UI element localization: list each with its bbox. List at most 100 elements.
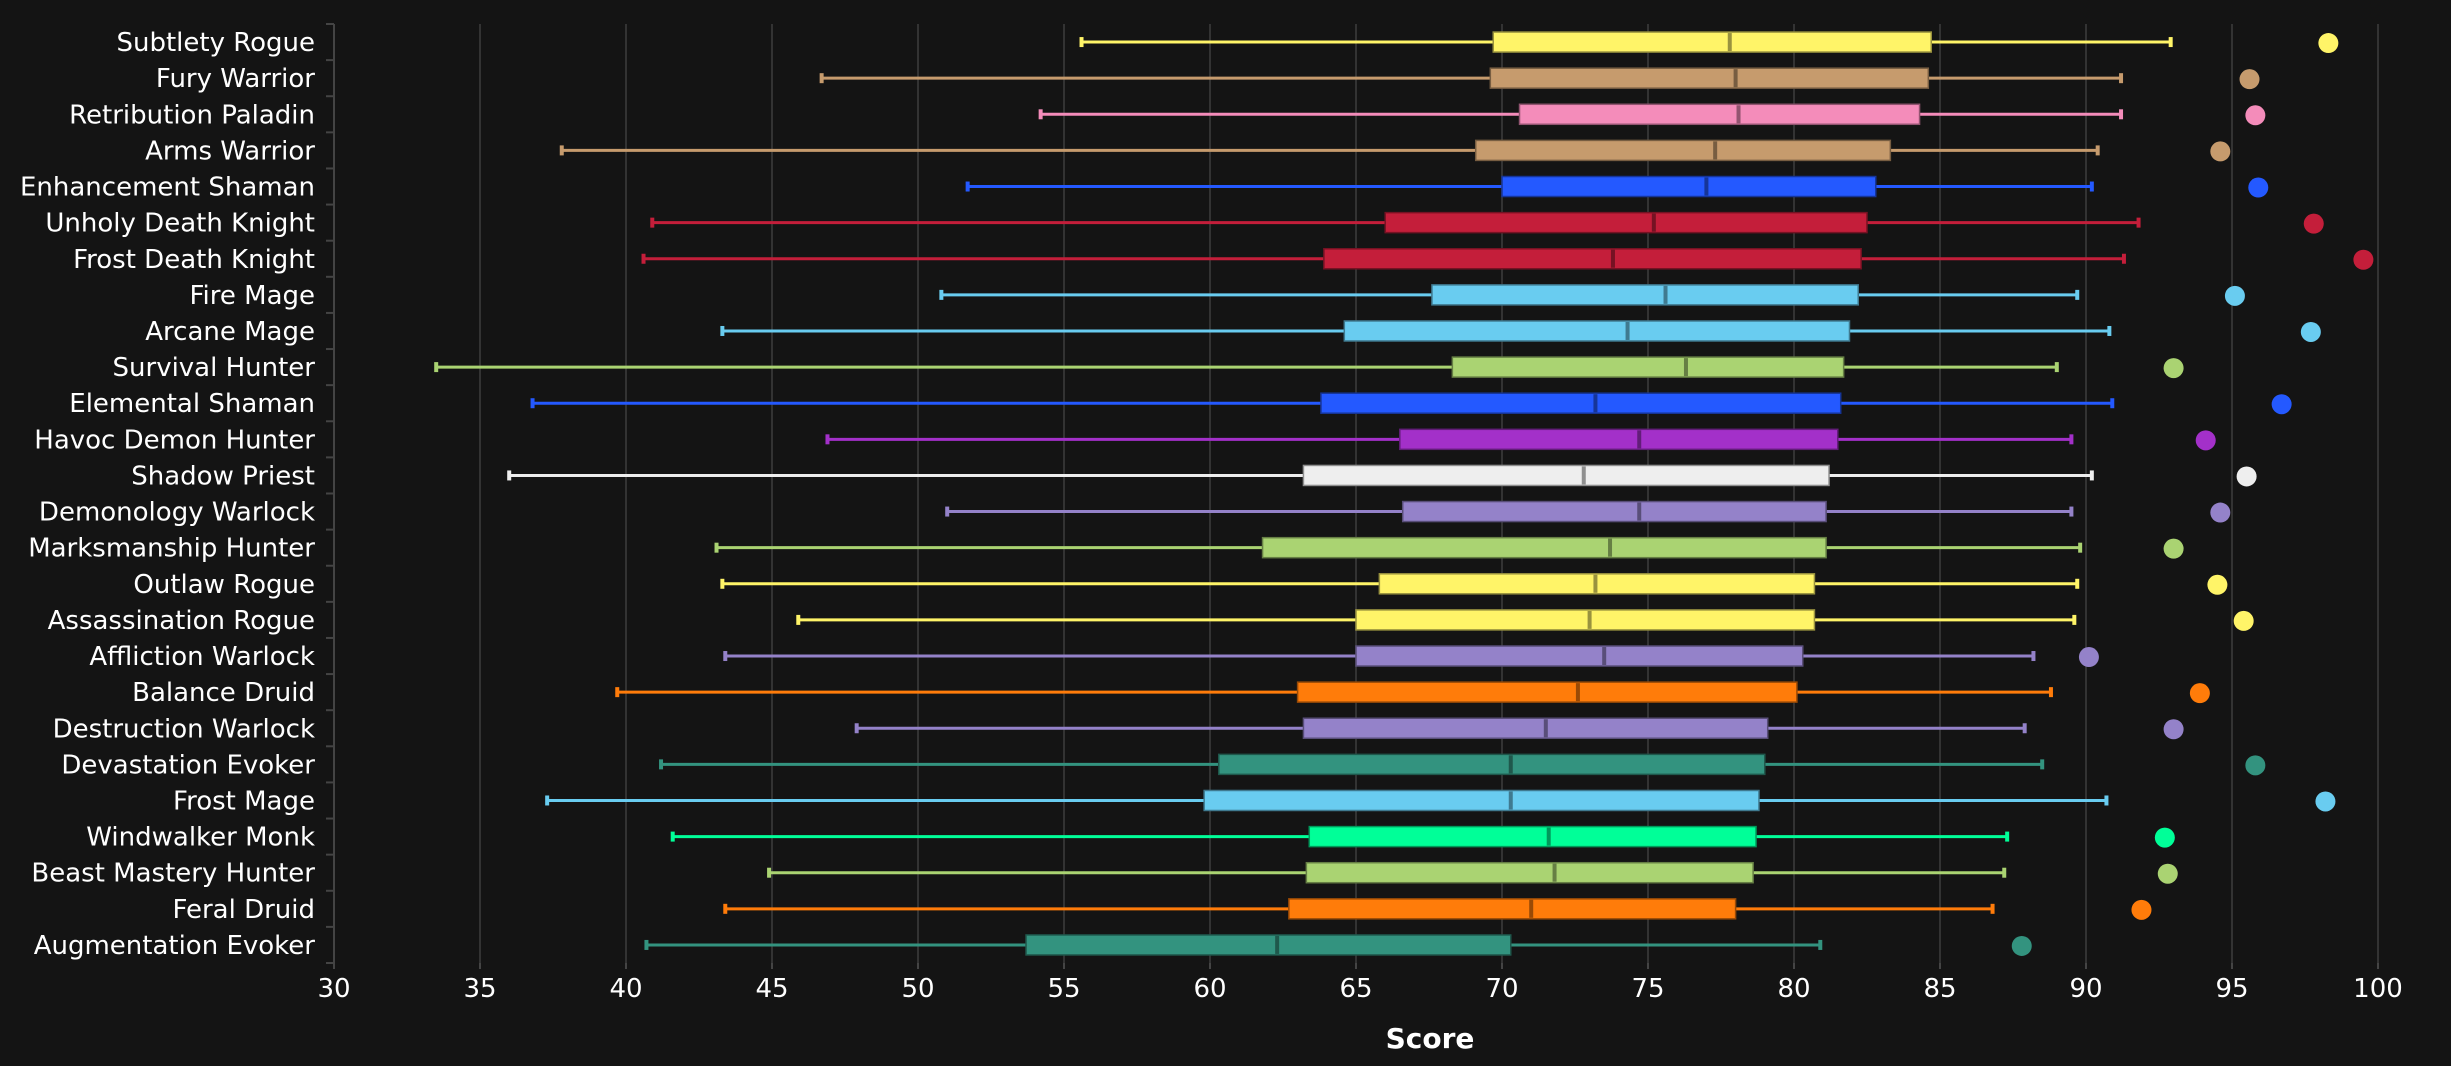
box-destruction-warlock: [854, 717, 2184, 740]
outlier-point: [2248, 177, 2269, 198]
iqr-box: [1355, 645, 1804, 667]
iqr-box: [1323, 248, 1862, 270]
box-retribution-paladin: [1038, 103, 2266, 126]
iqr-box: [1518, 103, 1921, 126]
y-tick-label: Assassination Rogue: [48, 606, 315, 636]
iqr-box: [1474, 139, 1892, 162]
iqr-box: [1501, 175, 1877, 198]
iqr-box: [1492, 31, 1932, 53]
x-tick-label: 65: [1339, 974, 1372, 1004]
outlier-point: [2189, 683, 2210, 704]
box-outlaw-rogue: [720, 573, 2228, 595]
outlier-point: [2163, 358, 2184, 379]
iqr-box: [1261, 536, 1827, 559]
outlier-point: [2157, 863, 2178, 884]
iqr-box: [1218, 753, 1766, 776]
y-tick-label: Havoc Demon Hunter: [34, 425, 315, 455]
outlier-point: [2210, 141, 2231, 162]
x-tick-label: 45: [755, 974, 788, 1004]
y-tick-label: Frost Mage: [173, 786, 315, 816]
outlier-point: [2300, 321, 2321, 342]
outlier-point: [2245, 755, 2266, 776]
box-frost-mage: [545, 789, 2336, 812]
y-tick-label: Frost Death Knight: [73, 245, 315, 275]
outlier-point: [2236, 466, 2257, 487]
iqr-box: [1489, 67, 1930, 89]
box-assassination-rogue: [796, 609, 2254, 631]
box-subtlety-rogue: [1079, 31, 2339, 54]
y-tick-label: Devastation Evoker: [61, 750, 315, 780]
box-devastation-evoker: [659, 753, 2266, 776]
outlier-point: [2163, 719, 2184, 740]
y-tick-label: Balance Druid: [132, 678, 315, 708]
y-tick-label: Marksmanship Hunter: [28, 534, 315, 564]
y-tick-label: Retribution Paladin: [69, 100, 315, 130]
outlier-point: [2315, 791, 2336, 812]
box-fury-warrior: [819, 67, 2260, 90]
iqr-box: [1308, 825, 1757, 848]
iqr-box: [1296, 681, 1798, 703]
y-tick-label: Outlaw Rogue: [133, 570, 315, 600]
x-tick-label: 60: [1193, 974, 1226, 1004]
y-axis: Subtlety Rogue Fury Warrior Retribution Pa…: [20, 23, 335, 964]
box-havoc-demon-hunter: [825, 428, 2216, 451]
box-feral-druid: [723, 898, 2152, 920]
iqr-box: [1288, 898, 1737, 920]
box-affliction-warlock: [723, 645, 2099, 668]
box-enhancement-shaman: [965, 175, 2269, 198]
gridlines: [333, 24, 2379, 963]
iqr-box: [1399, 428, 1839, 451]
y-tick-label: Beast Mastery Hunter: [31, 859, 315, 889]
iqr-box: [1302, 464, 1830, 487]
iqr-box: [1025, 934, 1512, 956]
x-tick-label: 85: [1923, 974, 1956, 1004]
x-tick-label: 55: [1047, 974, 1080, 1004]
x-tick-label: 30: [317, 974, 350, 1004]
outlier-point: [2154, 827, 2175, 848]
box-marksmanship-hunter: [714, 536, 2184, 559]
box-balance-druid: [615, 681, 2210, 704]
iqr-box: [1431, 284, 1859, 306]
x-tick-label: 70: [1485, 974, 1518, 1004]
y-tick-label: Feral Druid: [172, 895, 315, 925]
x-tick-label: 80: [1777, 974, 1810, 1004]
box-augmentation-evoker: [644, 934, 2032, 956]
outlier-point: [2131, 899, 2152, 920]
outlier-point: [2163, 538, 2184, 559]
box-demonology-warlock: [945, 500, 2231, 523]
x-tick-label: 50: [901, 974, 934, 1004]
outlier-point: [2011, 935, 2032, 956]
box-beast-mastery-hunter: [767, 861, 2178, 884]
boxplot-chart: Subtlety Rogue Fury Warrior Retribution Pa…: [20, 23, 2403, 1055]
box-fire-mage: [939, 284, 2245, 306]
iqr-box: [1343, 320, 1851, 342]
y-tick-label: Destruction Warlock: [53, 714, 315, 744]
iqr-box: [1355, 609, 1816, 631]
outlier-point: [2318, 33, 2339, 54]
box-windwalker-monk: [670, 825, 2175, 848]
outlier-point: [2303, 213, 2324, 234]
y-tick-label: Arms Warrior: [145, 136, 315, 166]
y-tick-label: Demonology Warlock: [39, 498, 315, 528]
x-axis-title: Score: [1386, 1022, 1475, 1055]
x-tick-label: 90: [2069, 974, 2102, 1004]
x-tick-label: 75: [1631, 974, 1664, 1004]
y-tick-label: Survival Hunter: [113, 353, 316, 383]
box-elemental-shaman: [530, 392, 2292, 415]
iqr-box: [1203, 789, 1760, 812]
y-tick-label: Subtlety Rogue: [116, 28, 315, 58]
boxes: [434, 31, 2374, 956]
outlier-point: [2195, 430, 2216, 451]
y-tick-label: Shadow Priest: [131, 461, 315, 491]
box-survival-hunter: [434, 356, 2184, 379]
iqr-box: [1305, 861, 1754, 884]
iqr-box: [1320, 392, 1842, 414]
outlier-point: [2239, 69, 2260, 90]
x-tick-label: 100: [2353, 974, 2403, 1004]
y-tick-label: Arcane Mage: [145, 317, 315, 347]
box-unholy-death-knight: [650, 211, 2324, 234]
outlier-point: [2078, 647, 2099, 668]
y-tick-label: Windwalker Monk: [86, 823, 315, 853]
outlier-point: [2224, 285, 2245, 306]
iqr-box: [1384, 211, 1868, 234]
